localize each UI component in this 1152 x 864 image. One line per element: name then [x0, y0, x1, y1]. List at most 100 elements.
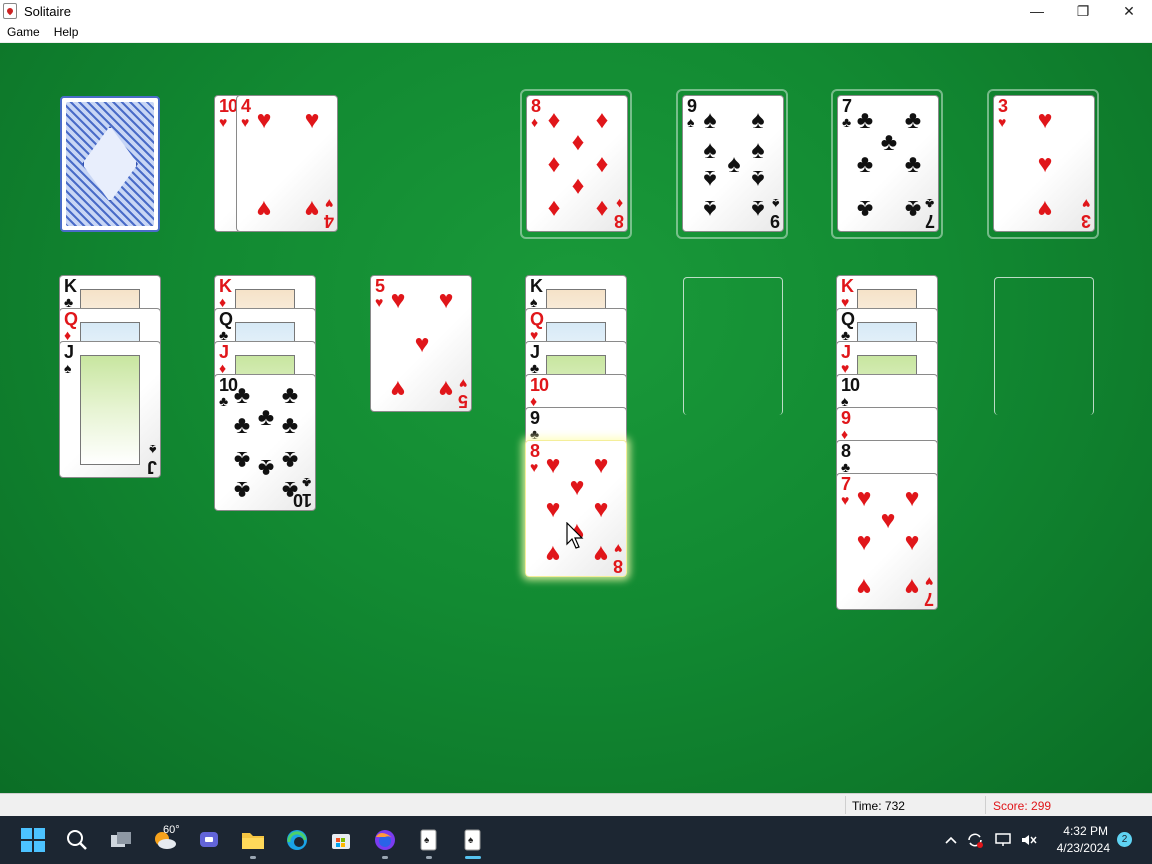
game-table: 10 ♥ 4 ♥ ♥ ♥ ♥ ♥ 4 ♥ 8 ♦ ♦ ♦ ♦ ♦ ♦ ♦ ♦ ♦ 8 ♦ 9 ♠ ♠ ♠ ♠ ♠ ♠ ♠ ♠ ♠ ♠ 9 ♠ 7 ♣ ♣ ♣…: [0, 43, 1152, 793]
card-suit-icon: ♥: [998, 114, 1007, 130]
start-button[interactable]: [19, 826, 47, 854]
search-icon[interactable]: [63, 826, 91, 854]
suit-pip-icon: ♥: [256, 106, 272, 134]
suit-pip-icon: ♣: [904, 150, 922, 178]
edge-browser-icon[interactable]: [283, 826, 311, 854]
suit-pip-icon: ♠: [703, 106, 717, 134]
card-suit-bottom-icon: ♠: [148, 442, 156, 458]
playing-card[interactable]: 7 ♣ ♣ ♣ ♣ ♣ ♣ ♣ ♣ 7 ♣: [837, 95, 939, 232]
card-suit-icon: ♣: [64, 294, 74, 310]
clock-date[interactable]: 4/23/2024: [1040, 841, 1110, 855]
card-suit-bottom-icon: ♥: [1081, 196, 1090, 212]
suit-pip-icon: ♦: [547, 195, 561, 223]
suit-pip-icon: ♣: [281, 446, 299, 474]
card-suit-bottom-icon: ♦: [615, 196, 623, 212]
card-suit-icon: ♦: [531, 114, 539, 130]
playing-card[interactable]: 4 ♥ ♥ ♥ ♥ ♥ 4 ♥: [236, 95, 338, 232]
teams-chat-icon[interactable]: [195, 826, 223, 854]
card-suit-bottom-icon: ♥: [613, 541, 622, 557]
playing-card[interactable]: 3 ♥ ♥ ♥ ♥ 3 ♥: [993, 95, 1095, 232]
volume-muted-icon[interactable]: [1018, 826, 1040, 854]
card-suit-bottom-icon: ♣: [301, 475, 311, 491]
card-suit-icon: ♥: [841, 492, 850, 508]
notification-badge[interactable]: 2: [1117, 832, 1132, 847]
court-card-art: [80, 355, 140, 465]
firefox-icon[interactable]: [371, 826, 399, 854]
suit-pip-icon: ♥: [904, 528, 920, 556]
suit-pip-icon: ♥: [545, 451, 561, 479]
maximize-button[interactable]: ❐: [1060, 0, 1106, 22]
playing-card[interactable]: 7 ♥ ♥ ♥ ♥ ♥ ♥ ♥ ♥ 7 ♥: [836, 473, 938, 610]
solitaire-app-icon: [3, 3, 17, 19]
suit-pip-icon: ♥: [414, 330, 430, 358]
menu-help[interactable]: Help: [47, 25, 86, 39]
playing-card[interactable]: 8 ♥ ♥ ♥ ♥ ♥ ♥ ♥ ♥ ♥ 8 ♥: [525, 440, 627, 577]
menu-bar: Game Help: [0, 22, 1152, 43]
card-suit-bottom-icon: ♣: [924, 196, 934, 212]
suit-pip-icon: ♥: [545, 540, 561, 568]
card-suit-bottom-icon: ♥: [324, 196, 333, 212]
suit-pip-icon: ♥: [593, 540, 609, 568]
suit-pip-icon: ♣: [904, 195, 922, 223]
card-suit-bottom-icon: ♠: [771, 196, 779, 212]
suit-pip-icon: ♣: [257, 454, 275, 482]
minimize-button[interactable]: —: [1014, 0, 1060, 22]
suit-pip-icon: ♣: [233, 411, 251, 439]
card-suit-icon: ♥: [530, 459, 539, 475]
sync-icon[interactable]: [964, 826, 986, 854]
card-suit-icon: ♥: [375, 294, 384, 310]
suit-pip-icon: ♣: [233, 476, 251, 504]
card-rank-bottom: 5: [458, 391, 468, 411]
card-suit-icon: ♣: [219, 393, 229, 409]
card-rank-bottom: 10: [293, 490, 312, 510]
file-explorer-icon[interactable]: [239, 826, 267, 854]
suit-pip-icon: ♦: [595, 150, 609, 178]
store-icon[interactable]: [327, 826, 355, 854]
stock-pile[interactable]: [60, 96, 160, 232]
suit-pip-icon: ♥: [856, 528, 872, 556]
svg-text:♠: ♠: [468, 835, 474, 846]
window-title: Solitaire: [24, 3, 71, 19]
network-icon[interactable]: [992, 826, 1014, 854]
card-suit-icon: ♠: [841, 393, 849, 409]
menu-game[interactable]: Game: [0, 25, 47, 39]
taskbar: 60° ♠ ♠ 4:32 PM 4/23/2024: [0, 816, 1152, 864]
weather-temperature: 60°: [163, 824, 180, 836]
playing-card[interactable]: 9 ♠ ♠ ♠ ♠ ♠ ♠ ♠ ♠ ♠ ♠ 9 ♠: [682, 95, 784, 232]
playing-card[interactable]: 8 ♦ ♦ ♦ ♦ ♦ ♦ ♦ ♦ ♦ 8 ♦: [526, 95, 628, 232]
playing-card[interactable]: 5 ♥ ♥ ♥ ♥ ♥ ♥ 5 ♥: [370, 275, 472, 412]
suit-pip-icon: ♥: [545, 495, 561, 523]
solitaire-taskbar-icon[interactable]: ♠: [415, 826, 443, 854]
playing-card[interactable]: J ♠ J ♠: [59, 341, 161, 478]
suit-pip-icon: ♠: [751, 136, 765, 164]
time-readout: Time: 732: [852, 799, 905, 813]
suit-pip-icon: ♣: [856, 150, 874, 178]
clock-time[interactable]: 4:32 PM: [1050, 824, 1108, 838]
empty-tableau-slot[interactable]: [683, 277, 783, 415]
suit-pip-icon: ♥: [856, 573, 872, 601]
card-rank-bottom: 7: [924, 589, 934, 609]
task-view-icon[interactable]: [107, 826, 135, 854]
solitaire-active-indicator: [465, 856, 481, 859]
card-rank-bottom: 7: [925, 211, 935, 231]
suit-pip-icon: ♠: [751, 195, 765, 223]
playing-card[interactable]: 10 ♣ ♣ ♣ ♣ ♣ ♣ ♣ ♣ ♣ ♣ ♣ 10 ♣: [214, 374, 316, 511]
card-rank-bottom: 8: [613, 556, 623, 576]
solitaire-active-icon[interactable]: ♠: [459, 826, 487, 854]
card-suit-icon: ♦: [841, 426, 849, 442]
suit-pip-icon: ♠: [751, 106, 765, 134]
window-controls: — ❐ ✕: [1014, 0, 1152, 22]
empty-tableau-slot[interactable]: [994, 277, 1094, 415]
suit-pip-icon: ♥: [856, 484, 872, 512]
close-button[interactable]: ✕: [1106, 0, 1152, 22]
card-suit-icon: ♣: [219, 327, 229, 343]
card-suit-icon: ♦: [64, 327, 72, 343]
card-suit-icon: ♣: [841, 327, 851, 343]
suit-pip-icon: ♠: [727, 150, 741, 178]
card-rank-bottom: 8: [614, 211, 624, 231]
status-separator: [845, 796, 846, 814]
card-suit-bottom-icon: ♥: [458, 376, 467, 392]
card-suit-icon: ♠: [64, 360, 72, 376]
suit-pip-icon: ♥: [569, 473, 585, 501]
chevron-up-icon[interactable]: [940, 826, 962, 854]
